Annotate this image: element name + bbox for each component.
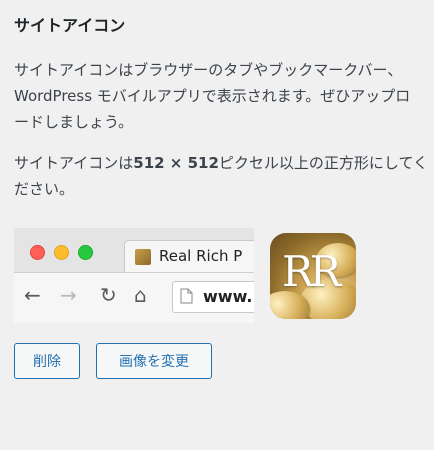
home-icon: ⌂	[134, 283, 147, 307]
address-bar: www.	[172, 281, 254, 313]
browser-tab-preview: Real Rich P ← → ↻ ⌂ www.	[14, 228, 254, 323]
size-requirement-note: サイトアイコンは512 × 512ピクセル以上の正方形にしてください。	[14, 150, 429, 202]
favicon-icon	[135, 249, 151, 265]
forward-arrow-icon: →	[60, 283, 77, 307]
browser-toolbar: ← → ↻ ⌂ www.	[14, 272, 254, 323]
site-icon-image: RR	[270, 233, 356, 319]
browser-titlebar: Real Rich P	[14, 228, 254, 273]
size-note-dimensions: 512 × 512	[133, 154, 219, 172]
section-title: サイトアイコン	[14, 16, 126, 35]
maximize-dot-icon	[78, 245, 93, 260]
back-arrow-icon: ←	[24, 283, 41, 307]
size-note-prefix: サイトアイコンは	[14, 154, 134, 172]
address-text: www.	[203, 287, 253, 306]
site-icon-description: サイトアイコンはブラウザーのタブやブックマークバー、WordPress モバイル…	[14, 61, 411, 131]
minimize-dot-icon	[54, 245, 69, 260]
page-icon	[180, 288, 193, 304]
reload-icon: ↻	[100, 283, 117, 307]
site-logo-monogram: RR	[282, 247, 341, 296]
close-dot-icon	[30, 245, 45, 260]
browser-tab: Real Rich P	[124, 240, 254, 273]
remove-button[interactable]: 削除	[14, 343, 80, 379]
change-image-button[interactable]: 画像を変更	[96, 343, 212, 379]
tab-title: Real Rich P	[159, 247, 243, 265]
